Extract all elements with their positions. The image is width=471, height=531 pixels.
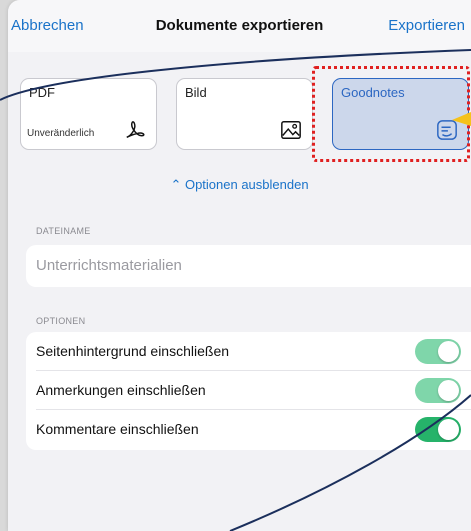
format-card-image[interactable]: Bild: [176, 78, 313, 150]
format-label: PDF: [29, 85, 55, 100]
filename-section-label: DATEINAME: [36, 226, 91, 236]
filename-placeholder: Unterrichtsmaterialien: [36, 257, 182, 274]
comments-toggle[interactable]: [415, 417, 461, 442]
chevron-up-icon: ⌃: [170, 177, 185, 192]
format-label: Bild: [185, 85, 207, 100]
toggle-knob: [438, 419, 459, 440]
hide-options-button[interactable]: ⌃ Optionen ausblenden: [8, 177, 471, 193]
option-row-comments: Kommentare einschließen: [26, 410, 471, 449]
navbar: Abbrechen Dokumente exportieren Exportie…: [8, 0, 471, 52]
option-row-annotations: Anmerkungen einschließen: [26, 371, 471, 410]
hide-options-label: Optionen ausblenden: [184, 177, 309, 192]
toggle-knob: [438, 341, 459, 362]
option-label: Seitenhintergrund einschließen: [36, 343, 230, 359]
annotations-toggle[interactable]: [415, 378, 461, 403]
option-label: Kommentare einschließen: [36, 421, 199, 437]
format-sublabel: Unveränderlich: [27, 128, 95, 139]
export-button[interactable]: Exportieren: [388, 17, 465, 34]
option-label: Anmerkungen einschließen: [36, 382, 206, 398]
background-toggle[interactable]: [415, 339, 461, 364]
options-list: Seitenhintergrund einschließen Anmerkung…: [26, 332, 471, 450]
filename-field[interactable]: Unterrichtsmaterialien: [26, 245, 471, 287]
option-row-background: Seitenhintergrund einschließen: [26, 332, 471, 371]
image-icon: [281, 121, 301, 139]
pdf-icon: [126, 121, 145, 139]
selection-highlight: [312, 66, 470, 162]
format-card-pdf[interactable]: PDF Unveränderlich: [20, 78, 157, 150]
toggle-knob: [438, 380, 459, 401]
options-section-label: OPTIONEN: [36, 316, 86, 326]
